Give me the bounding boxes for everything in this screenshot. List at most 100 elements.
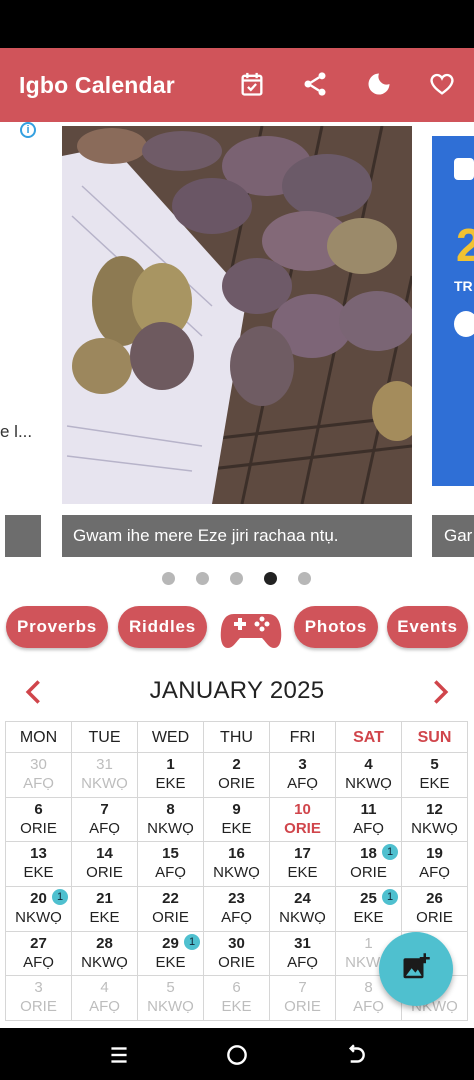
market-day: EKE [155,775,186,792]
heart-icon[interactable] [424,66,460,102]
market-day: AFỌ [353,819,384,837]
calendar-day-today[interactable]: 10 ORIE [270,797,336,843]
calendar-day[interactable]: 15 AFỌ [138,842,204,888]
riddles-button[interactable]: Riddles [118,606,207,648]
photo-carousel[interactable]: i e l... Gwam ihe mere Eze jiri rachaa n… [0,122,474,562]
calendar-day[interactable]: 26 ORIE [402,887,468,932]
share-icon[interactable] [297,66,333,102]
event-count-badge: 1 [184,933,200,950]
calendar-day[interactable]: 28 NKWỌ [72,931,138,977]
recents-icon[interactable] [106,1042,132,1068]
app-title: Igbo Calendar [19,71,175,98]
previous-slide-text: e l... [0,422,33,441]
calendar-day[interactable]: 17 EKE [270,842,336,888]
day-number: 7 [298,979,307,997]
market-day: ORIE [86,864,123,882]
pagination-dot[interactable] [298,572,311,585]
carousel-caption: Gwam ihe mere Eze jiri rachaa ntụ. [62,515,412,557]
calendar-day[interactable]: 31 NKWỌ [72,753,138,798]
weekday-mon: MON [6,722,72,753]
event-count-badge: 1 [52,889,68,906]
market-day: ORIE [284,998,321,1016]
add-photo-button[interactable] [379,932,453,1006]
app-bar: Igbo Calendar [0,48,474,122]
day-number: 8 [166,800,175,818]
calendar-day[interactable]: 6 ORIE [6,797,72,843]
calendar-day[interactable]: 4 NKWỌ [336,753,402,798]
day-number: 31 [294,934,311,952]
gamepad-icon[interactable] [220,606,282,650]
calendar-day[interactable]: 7 AFỌ [72,797,138,843]
pagination-dot[interactable] [230,572,243,585]
system-nav-bar [0,1028,474,1080]
calendar-day[interactable]: 21 EKE [72,887,138,932]
calendar-day[interactable]: 1 EKE [138,753,204,798]
market-day: ORIE [20,819,57,837]
day-number: 12 [426,800,443,818]
moon-icon[interactable] [361,66,397,102]
market-day: EKE [155,953,186,971]
market-day: NKWỌ [345,775,392,792]
calendar-week-row: 13 EKE 14 ORIE 15 AFỌ 16 NKWỌ 17 EKE 18 ORIE 1 19 AFỌ [6,842,468,888]
pagination-dot[interactable] [196,572,209,585]
day-number: 16 [228,845,245,863]
calendar-day[interactable]: 30 AFỌ [6,753,72,798]
calendar-day[interactable]: 8 NKWỌ [138,797,204,843]
calendar-day[interactable]: 13 EKE [6,842,72,888]
calendar-day[interactable]: 6 EKE [204,976,270,1022]
events-button[interactable]: Events [387,606,468,648]
carousel-image[interactable] [62,126,412,504]
calendar-day[interactable]: 12 NKWỌ [402,797,468,843]
calendar-day[interactable]: 24 NKWỌ [270,887,336,932]
calendar-week-row: 20 NKWỌ 1 21 EKE 22 ORIE 23 AFỌ 24 NKWỌ 25 EKE 1 26 ORI… [6,887,468,932]
day-number: 14 [96,845,113,863]
market-day: EKE [419,775,450,792]
calendar-day[interactable]: 27 AFỌ [6,931,72,977]
calendar-day[interactable]: 30 ORIE [204,931,270,977]
back-icon[interactable] [342,1042,368,1068]
calendar-day[interactable]: 19 AFỌ [402,842,468,888]
calendar-day[interactable]: 31 AFỌ [270,931,336,977]
market-day: AFỌ [23,953,54,971]
calendar-day[interactable]: 11 AFỌ [336,797,402,843]
day-number: 3 [298,756,307,773]
market-day: EKE [353,909,384,927]
market-day: NKWỌ [147,998,194,1016]
market-day: ORIE [284,819,321,837]
calendar-day[interactable]: 14 ORIE [72,842,138,888]
calendar-day[interactable]: 22 ORIE [138,887,204,932]
calendar-day[interactable]: 29 EKE 1 [138,931,204,977]
calendar-day[interactable]: 5 EKE [402,753,468,798]
market-day: AFỌ [221,909,252,927]
market-day: ORIE [350,864,387,882]
calendar-day[interactable]: 25 EKE 1 [336,887,402,932]
pagination-dot[interactable] [162,572,175,585]
calendar-day[interactable]: 23 AFỌ [204,887,270,932]
photos-button[interactable]: Photos [294,606,378,648]
home-icon[interactable] [224,1042,250,1068]
info-icon[interactable]: i [20,122,36,138]
calendar-day[interactable]: 20 NKWỌ 1 [6,887,72,932]
day-number: 2 [232,756,241,773]
calendar-day[interactable]: 3 ORIE [6,976,72,1022]
calendar-day[interactable]: 4 AFỌ [72,976,138,1022]
pagination-dot-active[interactable] [264,572,277,585]
next-slide-card[interactable]: 2 TR [432,136,474,486]
calendar-day[interactable]: 3 AFỌ [270,753,336,798]
calendar-day[interactable]: 16 NKWỌ [204,842,270,888]
calendar-day[interactable]: 2 ORIE [204,753,270,798]
calendar-day[interactable]: 18 ORIE 1 [336,842,402,888]
weekday-tue: TUE [72,722,138,753]
market-day: ORIE [152,909,189,927]
day-number: 3 [34,979,43,997]
day-number: 28 [96,934,113,952]
day-number: 1 [166,756,175,773]
calendar-day[interactable]: 7 ORIE [270,976,336,1022]
day-number: 11 [360,800,377,818]
calendar-day[interactable]: 5 NKWỌ [138,976,204,1022]
calendar-day[interactable]: 9 EKE [204,797,270,843]
chevron-right-icon[interactable] [426,678,454,706]
day-number: 30 [30,756,47,773]
calendar-check-icon[interactable] [234,66,270,102]
proverbs-button[interactable]: Proverbs [6,606,108,648]
